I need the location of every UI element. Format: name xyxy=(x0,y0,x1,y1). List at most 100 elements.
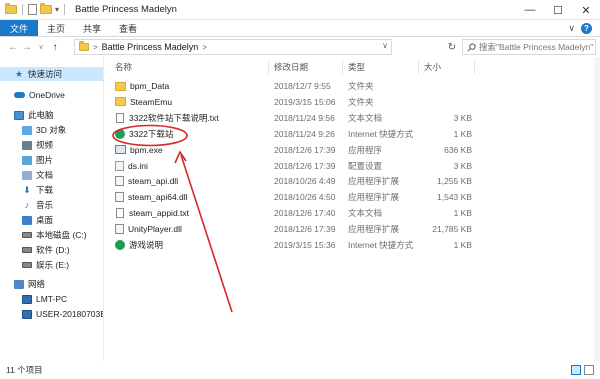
documents-icon xyxy=(22,170,32,180)
file-modified: 2019/3/15 15:36 xyxy=(274,240,336,250)
folder-icon xyxy=(79,41,89,51)
breadcrumb-current-folder[interactable]: Battle Princess Madelyn xyxy=(102,42,199,52)
column-header-size[interactable]: 大小 xyxy=(424,60,441,74)
sidebar-item-label: 网络 xyxy=(28,279,46,289)
sidebar-item-music[interactable]: ♪ 音乐 xyxy=(0,198,53,212)
sidebar-item-desktop[interactable]: 桌面 xyxy=(0,213,53,227)
file-size: 21,785 KB xyxy=(432,224,472,235)
sidebar-item-label: 此电脑 xyxy=(28,110,54,120)
column-divider[interactable] xyxy=(342,60,343,74)
expand-ribbon-button[interactable]: ∨ xyxy=(568,23,575,34)
sidebar-item-drive-e[interactable]: 娱乐 (E:) xyxy=(0,258,69,272)
window-title: Battle Princess Madelyn xyxy=(75,4,177,15)
sidebar-item-pictures[interactable]: 图片 xyxy=(0,153,53,167)
sidebar-item-drive-d[interactable]: 软件 (D:) xyxy=(0,243,70,257)
internet-shortcut-icon xyxy=(115,128,125,139)
file-row[interactable]: 3322软件站下载说明.txt 2018/11/24 9:56 文本文档 3 KB xyxy=(105,111,475,125)
navigation-pane: ★ 快速访问 OneDrive 此电脑 3D 对象 视频 图片 文档 ⬇ 下载 … xyxy=(0,57,104,361)
dll-file-icon xyxy=(115,192,124,203)
file-row[interactable]: steam_api64.dll 2018/10/26 4:50 应用程序扩展 1,54… xyxy=(105,190,475,204)
column-header-modified[interactable]: 修改日期 xyxy=(274,60,308,74)
pc-icon xyxy=(14,110,24,120)
sidebar-item-videos[interactable]: 视频 xyxy=(0,138,53,152)
drive-icon xyxy=(22,232,32,238)
sidebar-item-user-pc[interactable]: USER-20180703BF xyxy=(0,307,103,321)
large-icons-view-button[interactable] xyxy=(584,365,594,375)
new-folder-icon[interactable] xyxy=(40,3,52,14)
column-header-type[interactable]: 类型 xyxy=(348,60,365,74)
sidebar-item-label: OneDrive xyxy=(29,90,65,100)
sidebar-item-onedrive[interactable]: OneDrive xyxy=(0,88,65,102)
details-view-button[interactable] xyxy=(571,365,581,375)
file-row[interactable]: ds.ini 2018/12/6 17:39 配置设置 3 KB xyxy=(105,159,475,173)
close-button[interactable]: ✕ xyxy=(572,0,600,20)
file-type: 应用程序 xyxy=(348,144,383,155)
file-name-cell[interactable]: steam_appid.txt xyxy=(115,206,189,220)
file-list: 名称 修改日期 类型 大小 bpm_Data 2018/12/7 9:55 文件夹 S… xyxy=(105,57,594,361)
file-row[interactable]: SteamEmu 2019/3/15 15:06 文件夹 xyxy=(105,95,475,109)
file-row[interactable]: 3322下载站 2018/11/24 9:26 Internet 快捷方式 1 KB xyxy=(105,127,475,141)
search-icon xyxy=(467,42,476,51)
help-icon[interactable]: ? xyxy=(581,22,592,34)
sidebar-item-this-pc[interactable]: 此电脑 xyxy=(0,108,54,122)
file-name-cell[interactable]: steam_api64.dll xyxy=(115,190,188,204)
sidebar-item-3d-objects[interactable]: 3D 对象 xyxy=(0,123,66,137)
drive-icon xyxy=(22,247,32,253)
file-name-cell[interactable]: bpm_Data xyxy=(115,79,169,93)
file-name-cell[interactable]: 3322软件站下载说明.txt xyxy=(115,111,219,125)
file-row[interactable]: steam_api.dll 2018/10/26 4:49 应用程序扩展 1,255 … xyxy=(105,174,475,188)
address-dropdown-button[interactable]: ∨ xyxy=(382,41,388,50)
file-row[interactable]: bpm_Data 2018/12/7 9:55 文件夹 xyxy=(105,79,475,93)
recent-locations-button[interactable]: ∨ xyxy=(34,43,48,51)
sidebar-item-quick-access[interactable]: ★ 快速访问 xyxy=(0,67,103,81)
file-name: 游戏说明 xyxy=(129,240,164,250)
file-name-cell[interactable]: steam_api.dll xyxy=(115,174,178,188)
maximize-button[interactable]: ☐ xyxy=(544,0,572,20)
file-name: steam_api64.dll xyxy=(128,192,188,203)
file-row[interactable]: bpm.exe 2018/12/6 17:39 应用程序 636 KB xyxy=(105,143,475,157)
properties-icon[interactable] xyxy=(28,4,37,15)
file-name-cell[interactable]: 3322下载站 xyxy=(115,127,173,141)
sidebar-item-documents[interactable]: 文档 xyxy=(0,168,53,182)
tab-share[interactable]: 共享 xyxy=(74,20,110,36)
breadcrumb-separator[interactable]: > xyxy=(202,43,207,52)
toolbar-divider xyxy=(22,4,23,15)
file-row[interactable]: steam_appid.txt 2018/12/6 17:40 文本文档 1 KB xyxy=(105,206,475,220)
file-row[interactable]: 游戏说明 2019/3/15 15:36 Internet 快捷方式 1 KB xyxy=(105,238,475,252)
search-input[interactable]: 搜索"Battle Princess Madelyn" xyxy=(462,39,596,55)
back-button[interactable]: ← xyxy=(6,42,20,53)
network-icon xyxy=(14,279,24,289)
sidebar-item-downloads[interactable]: ⬇ 下载 xyxy=(0,183,53,197)
tab-home[interactable]: 主页 xyxy=(38,20,74,36)
column-header-name[interactable]: 名称 xyxy=(115,60,132,74)
tab-file[interactable]: 文件 xyxy=(0,20,39,36)
column-divider[interactable] xyxy=(418,60,419,74)
file-row[interactable]: UnityPlayer.dll 2018/12/6 17:39 应用程序扩展 21,7… xyxy=(105,222,475,236)
sidebar-item-label: 软件 (D:) xyxy=(36,245,70,255)
file-name-cell[interactable]: SteamEmu xyxy=(115,95,172,109)
file-name-cell[interactable]: UnityPlayer.dll xyxy=(115,222,182,236)
file-type: Internet 快捷方式 xyxy=(348,128,414,139)
file-name-cell[interactable]: ds.ini xyxy=(115,159,148,173)
address-field[interactable]: > Battle Princess Madelyn > ∨ xyxy=(74,39,392,55)
file-name-cell[interactable]: 游戏说明 xyxy=(115,238,163,252)
forward-button[interactable]: → xyxy=(20,42,34,53)
file-name-cell[interactable]: bpm.exe xyxy=(115,143,163,157)
sidebar-item-label: 音乐 xyxy=(36,200,54,210)
chevron-down-icon[interactable]: ▾ xyxy=(55,5,59,14)
minimize-button[interactable]: — xyxy=(516,0,544,20)
sidebar-item-network[interactable]: 网络 xyxy=(0,277,45,291)
breadcrumb-separator[interactable]: > xyxy=(93,43,98,52)
scrollbar[interactable] xyxy=(594,57,600,361)
column-divider[interactable] xyxy=(474,60,475,74)
sidebar-item-lmt-pc[interactable]: LMT-PC xyxy=(0,292,67,306)
pictures-icon xyxy=(22,155,32,165)
file-size: 3 KB xyxy=(453,160,472,171)
up-button[interactable]: ↑ xyxy=(48,42,62,53)
column-divider[interactable] xyxy=(268,60,269,74)
video-icon xyxy=(22,140,32,150)
refresh-button[interactable]: ↻ xyxy=(444,39,460,55)
sidebar-item-drive-c[interactable]: 本地磁盘 (C:) xyxy=(0,228,87,242)
file-modified: 2018/12/6 17:39 xyxy=(274,144,336,155)
tab-view[interactable]: 查看 xyxy=(110,20,146,36)
